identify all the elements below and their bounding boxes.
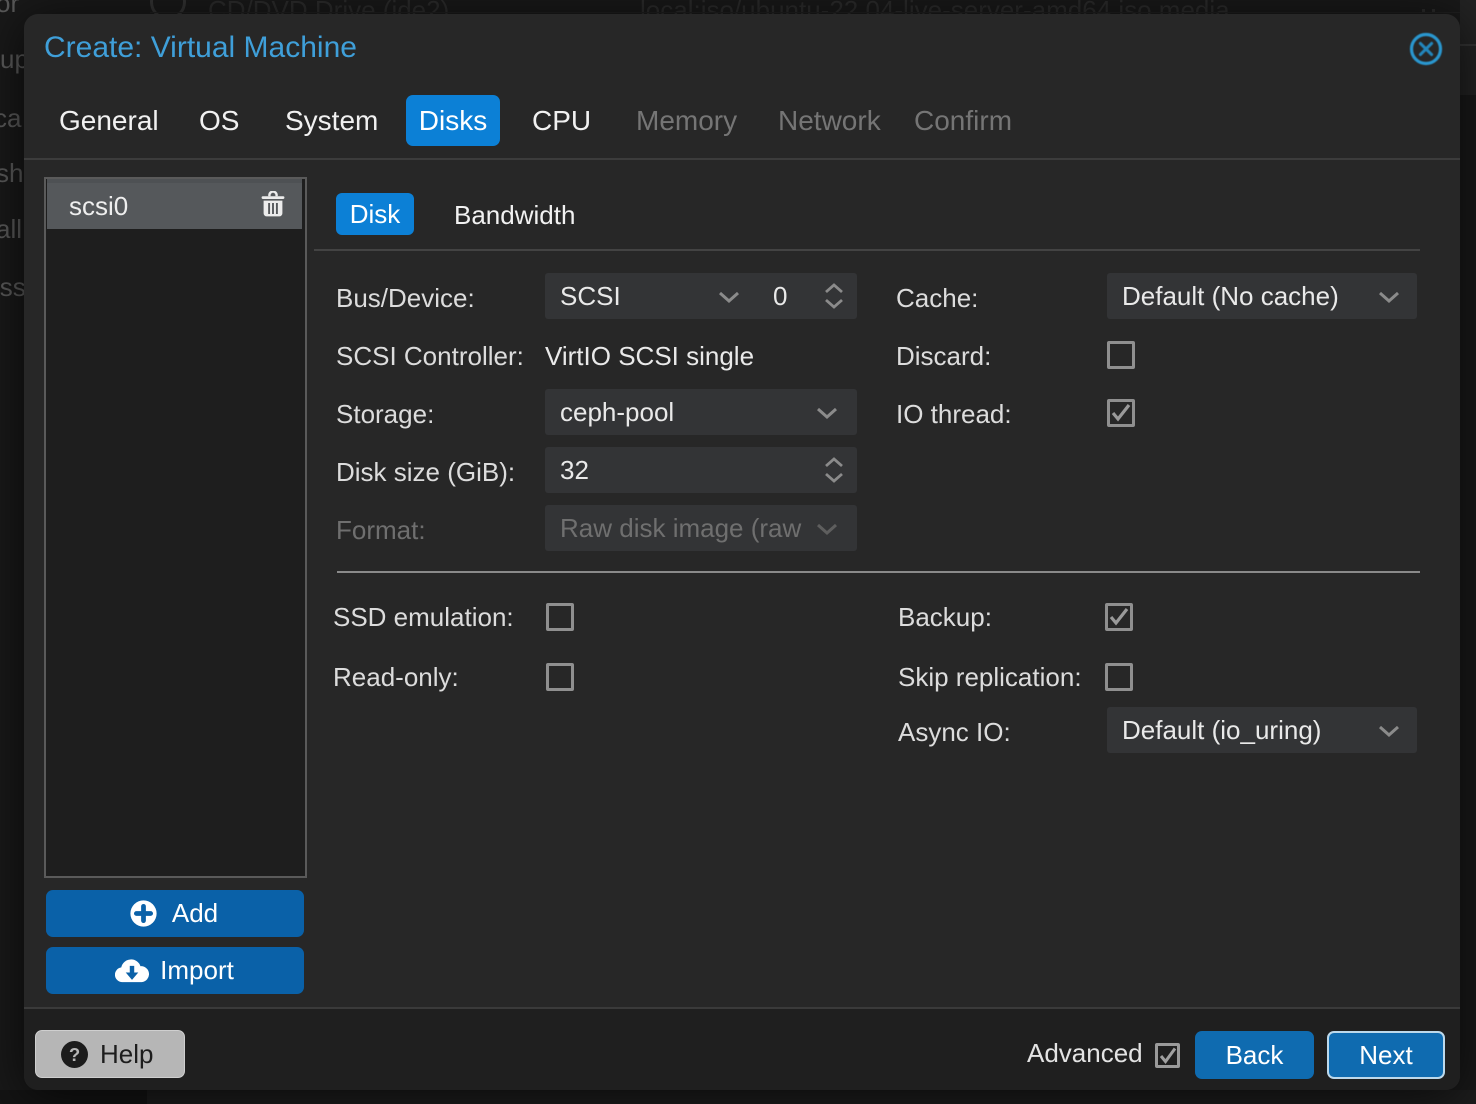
svg-text:?: ? <box>69 1044 80 1065</box>
